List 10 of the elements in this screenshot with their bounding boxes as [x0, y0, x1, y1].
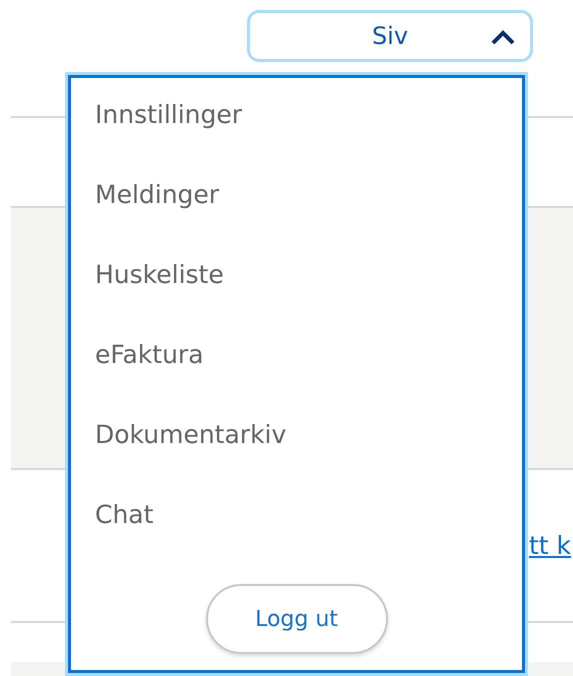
menu-item[interactable]: eFaktura — [95, 340, 204, 420]
menu-item[interactable]: Innstillinger — [95, 100, 242, 180]
menu-item[interactable]: Dokumentarkiv — [95, 420, 286, 500]
menu-item[interactable]: Huskeliste — [95, 260, 224, 340]
chevron-icon — [490, 28, 516, 46]
logout-button[interactable]: Logg ut — [206, 584, 388, 654]
menu-item[interactable]: Meldinger — [95, 180, 220, 260]
link[interactable]: tt k — [528, 531, 571, 560]
user-menu-button[interactable]: Siv — [247, 10, 533, 62]
menu-item[interactable]: Chat — [95, 500, 154, 580]
